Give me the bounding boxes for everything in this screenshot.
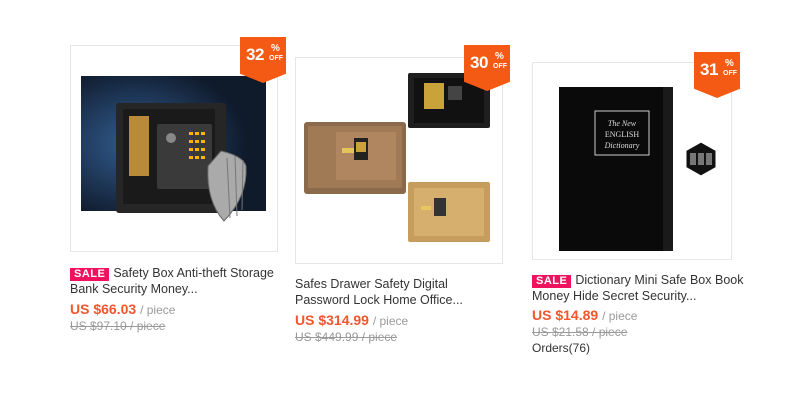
discount-value: 30 xyxy=(470,53,488,72)
original-price: US $21.58 / piece xyxy=(532,325,628,339)
orders-count: Orders(76) xyxy=(532,341,591,355)
sale-badge: SALE xyxy=(70,268,110,281)
safe-box-image xyxy=(81,76,266,222)
product-price: US $314.99 / piece xyxy=(295,312,408,328)
product-title[interactable]: Safes Drawer Safety Digital Password Loc… xyxy=(295,276,505,308)
discount-badge: 31 % OFF xyxy=(694,52,740,98)
svg-text:ENGLISH: ENGLISH xyxy=(605,130,639,139)
percent-sign: % xyxy=(725,58,734,69)
price-value: US $14.89 xyxy=(532,307,599,323)
discount-badge: 30 % OFF xyxy=(464,45,510,91)
original-price: US $449.99 / piece xyxy=(295,330,398,344)
off-label: OFF xyxy=(723,70,737,77)
discount-value: 31 xyxy=(700,60,718,79)
discount-badge: 32 % OFF xyxy=(240,37,286,83)
safe-drawer-image xyxy=(304,73,490,242)
svg-text:The New: The New xyxy=(608,119,637,128)
percent-sign: % xyxy=(271,43,280,54)
price-value: US $66.03 xyxy=(70,301,137,317)
price-unit: / piece xyxy=(140,303,176,317)
product-title[interactable]: SALE Dictionary Mini Safe Box Book Money … xyxy=(532,272,747,304)
price-unit: / piece xyxy=(372,314,409,328)
off-label: OFF xyxy=(493,63,507,70)
product-price: US $66.03 / piece xyxy=(70,301,175,317)
off-label: OFF xyxy=(269,55,283,62)
book-safe-image: The New ENGLISH Dictionary xyxy=(559,87,719,251)
percent-sign: % xyxy=(495,51,504,62)
product-title[interactable]: SALE Safety Box Anti-theft Storage Bank S… xyxy=(70,265,300,297)
discount-value: 32 xyxy=(246,45,264,64)
product-image[interactable] xyxy=(295,57,503,264)
price-value: US $314.99 xyxy=(295,312,369,328)
product-price: US $14.89 / piece xyxy=(532,307,637,323)
svg-text:Dictionary: Dictionary xyxy=(604,141,640,150)
original-price: US $97.10 / piece xyxy=(70,319,166,333)
sale-badge: SALE xyxy=(532,275,572,288)
price-unit: / piece xyxy=(602,309,638,323)
